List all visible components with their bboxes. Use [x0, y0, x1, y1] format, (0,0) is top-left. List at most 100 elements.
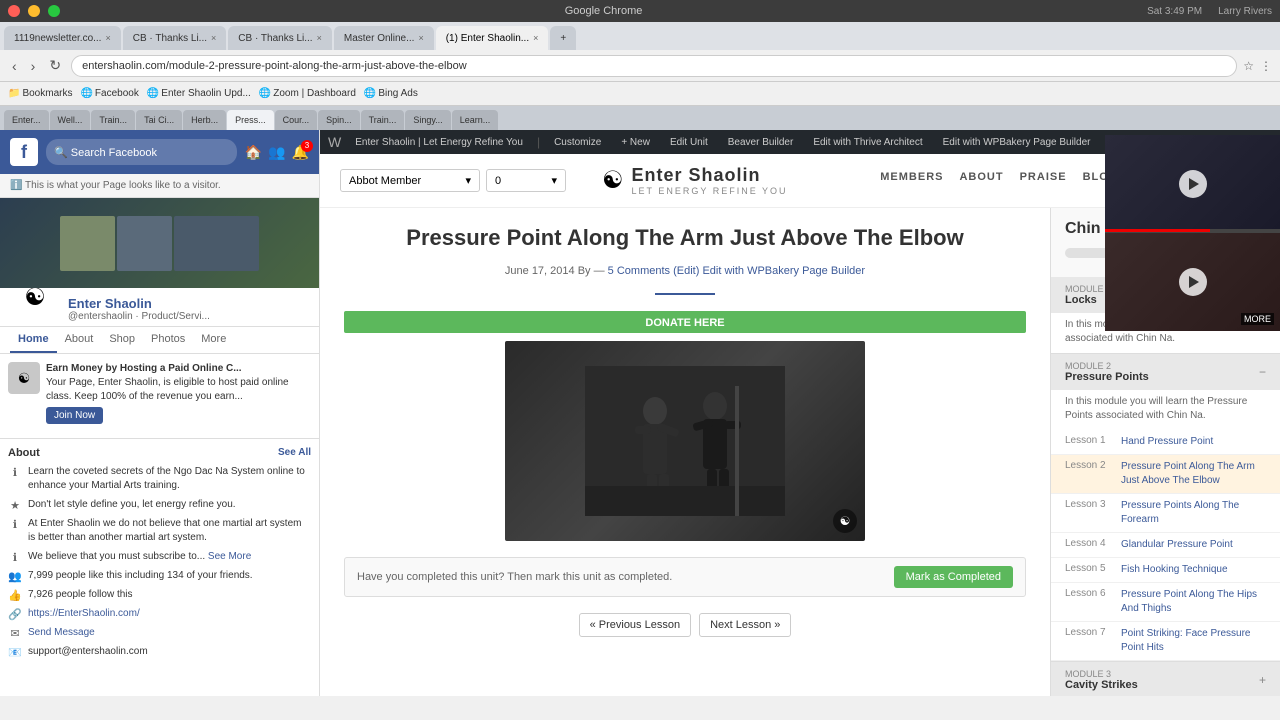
- wp-edit-unit[interactable]: Edit Unit: [664, 137, 714, 148]
- page-info: Enter Shaolin @entershaolin · Product/Se…: [68, 296, 309, 322]
- member-select[interactable]: Abbot Member ▾: [340, 169, 480, 192]
- fb-people-icon[interactable]: 👥: [268, 144, 285, 161]
- edit-link[interactable]: (Edit): [673, 265, 699, 277]
- nav-photos[interactable]: Photos: [143, 327, 193, 353]
- video-counter: MORE: [1241, 313, 1274, 325]
- reload-button[interactable]: ↻: [45, 55, 65, 76]
- wp-thrive[interactable]: Edit with Thrive Architect: [807, 137, 928, 148]
- lesson-3-link[interactable]: Pressure Points Along The Forearm: [1121, 499, 1266, 527]
- lesson-5-num: Lesson 5: [1065, 563, 1115, 574]
- lesson-4-item[interactable]: Lesson 4 Glandular Pressure Point: [1051, 533, 1280, 558]
- lesson-6-link[interactable]: Pressure Point Along The Hips And Thighs: [1121, 588, 1266, 616]
- forward-button[interactable]: ›: [27, 56, 40, 76]
- about-item-2: ℹ At Enter Shaolin we do not believe tha…: [8, 517, 311, 545]
- lesson-5-item[interactable]: Lesson 5 Fish Hooking Technique: [1051, 558, 1280, 583]
- lesson-5-link[interactable]: Fish Hooking Technique: [1121, 563, 1228, 577]
- es-nav-praise[interactable]: PRAISE: [1020, 171, 1067, 191]
- lesson-1-link[interactable]: Hand Pressure Point: [1121, 435, 1213, 449]
- about-item-1: ★ Don't let style define you, let energy…: [8, 498, 311, 512]
- es-logo: ☯ Enter Shaolin Let Energy Refine You: [602, 165, 788, 196]
- inner-tab-6[interactable]: Cour...: [275, 110, 318, 130]
- lesson-1-item[interactable]: Lesson 1 Hand Pressure Point: [1051, 430, 1280, 455]
- maximize-btn[interactable]: [48, 5, 60, 17]
- info-icon: ℹ: [8, 466, 22, 479]
- wp-customize[interactable]: Customize: [548, 137, 607, 148]
- inner-tab-5-active[interactable]: Press...: [227, 110, 274, 130]
- settings-icon[interactable]: ⋮: [1260, 59, 1272, 73]
- lesson-6-item[interactable]: Lesson 6 Pressure Point Along The Hips A…: [1051, 583, 1280, 622]
- inner-tab-3[interactable]: Tai Ci...: [136, 110, 182, 130]
- see-more-link[interactable]: See More: [208, 551, 251, 562]
- tab-2[interactable]: CB · Thanks Li...×: [123, 26, 227, 50]
- lesson-4-link[interactable]: Glandular Pressure Point: [1121, 538, 1233, 552]
- next-lesson-button[interactable]: Next Lesson »: [699, 613, 791, 637]
- lesson-navigation: « Previous Lesson Next Lesson »: [344, 613, 1026, 637]
- lesson-2-item[interactable]: Lesson 2 Pressure Point Along The Arm Ju…: [1051, 455, 1280, 494]
- inner-tab-8[interactable]: Train...: [361, 110, 405, 130]
- fb-home-icon[interactable]: 🏠: [245, 144, 262, 161]
- bm-facebook[interactable]: 🌐 Facebook: [80, 88, 138, 99]
- wp-new[interactable]: + New: [615, 137, 656, 148]
- nav-more[interactable]: More: [193, 327, 234, 353]
- play-triangle-2: [1189, 276, 1199, 288]
- wpbakery-link[interactable]: Edit with WPBakery Page Builder: [702, 265, 865, 277]
- fb-notification-icon[interactable]: 🔔3: [292, 144, 309, 161]
- comments-link[interactable]: 5 Comments: [608, 265, 670, 277]
- lesson-7-link[interactable]: Point Striking: Face Pressure Point Hits: [1121, 627, 1266, 655]
- module-2-header[interactable]: Module 2 Pressure Points −: [1051, 354, 1280, 390]
- prev-lesson-button[interactable]: « Previous Lesson: [579, 613, 692, 637]
- tab-3[interactable]: CB · Thanks Li...×: [228, 26, 332, 50]
- lesson-3-item[interactable]: Lesson 3 Pressure Points Along The Forea…: [1051, 494, 1280, 533]
- nav-about[interactable]: About: [57, 327, 102, 353]
- tab-4[interactable]: Master Online...×: [334, 26, 434, 50]
- website-item: 🔗 https://EnterShaolin.com/: [8, 607, 311, 621]
- play-triangle-1: [1189, 178, 1199, 190]
- lesson-7-item[interactable]: Lesson 7 Point Striking: Face Pressure P…: [1051, 622, 1280, 661]
- wp-wpbakery[interactable]: Edit with WPBakery Page Builder: [937, 137, 1097, 148]
- bm-bookmarks[interactable]: 📁 Bookmarks: [8, 88, 72, 99]
- inner-tab-2[interactable]: Train...: [91, 110, 135, 130]
- tab-1[interactable]: 1119newsletter.co...×: [4, 26, 121, 50]
- bookmark-icon[interactable]: ☆: [1243, 59, 1254, 73]
- fb-search[interactable]: 🔍 Search Facebook: [46, 139, 237, 165]
- facebook-logo: f: [10, 138, 38, 166]
- module-3-header[interactable]: Module 3 Cavity Strikes +: [1051, 662, 1280, 696]
- video-thumb-1[interactable]: [1105, 135, 1280, 233]
- module-3-block: Module 3 Cavity Strikes + In this module…: [1051, 662, 1280, 696]
- donate-area[interactable]: DONATE HERE: [344, 311, 1026, 333]
- promo-avatar: ☯: [8, 362, 40, 394]
- mark-complete-button[interactable]: Mark as Completed: [894, 566, 1013, 588]
- nav-shop[interactable]: Shop: [101, 327, 143, 353]
- tab-5-active[interactable]: (1) Enter Shaolin...×: [436, 26, 549, 50]
- visitor-notice: ℹ️ This is what your Page looks like to …: [0, 174, 319, 198]
- video-thumb-2[interactable]: MORE: [1105, 233, 1280, 331]
- see-all-link[interactable]: See All: [278, 447, 311, 459]
- title-bar: Google Chrome Sat 3:49 PM Larry Rivers: [0, 0, 1280, 22]
- wp-site-name[interactable]: Enter Shaolin | Let Energy Refine You: [349, 137, 529, 148]
- website-link[interactable]: https://EnterShaolin.com/: [28, 607, 140, 621]
- inner-tab-4[interactable]: Herb...: [183, 110, 226, 130]
- inner-tab-1[interactable]: Well...: [50, 110, 91, 130]
- inner-tab-10[interactable]: Learn...: [452, 110, 499, 130]
- back-button[interactable]: ‹: [8, 56, 21, 76]
- send-message-link[interactable]: Send Message: [28, 626, 95, 640]
- inner-tab-9[interactable]: Singy...: [405, 110, 450, 130]
- close-btn[interactable]: [8, 5, 20, 17]
- tab-new[interactable]: +: [550, 26, 576, 50]
- article-area: Pressure Point Along The Arm Just Above …: [320, 208, 1050, 696]
- bm-enter-shaolin[interactable]: 🌐 Enter Shaolin Upd...: [147, 88, 251, 99]
- join-now-button[interactable]: Join Now: [46, 407, 103, 424]
- minimize-btn[interactable]: [28, 5, 40, 17]
- bm-bing[interactable]: 🌐 Bing Ads: [364, 88, 418, 99]
- inner-tab-7[interactable]: Spin...: [318, 110, 360, 130]
- es-nav-members[interactable]: MEMBERS: [880, 171, 943, 191]
- es-nav-about[interactable]: ABOUT: [959, 171, 1003, 191]
- url-box[interactable]: entershaolin.com/module-2-pressure-point…: [71, 55, 1237, 77]
- inner-tab-0[interactable]: Enter...: [4, 110, 49, 130]
- lesson-2-link[interactable]: Pressure Point Along The Arm Just Above …: [1121, 460, 1266, 488]
- nav-home[interactable]: Home: [10, 327, 57, 353]
- wp-beaver[interactable]: Beaver Builder: [722, 137, 800, 148]
- number-select[interactable]: 0 ▾: [486, 169, 566, 192]
- follow-icon: 👍: [8, 589, 22, 602]
- bm-zoom[interactable]: 🌐 Zoom | Dashboard: [259, 88, 356, 99]
